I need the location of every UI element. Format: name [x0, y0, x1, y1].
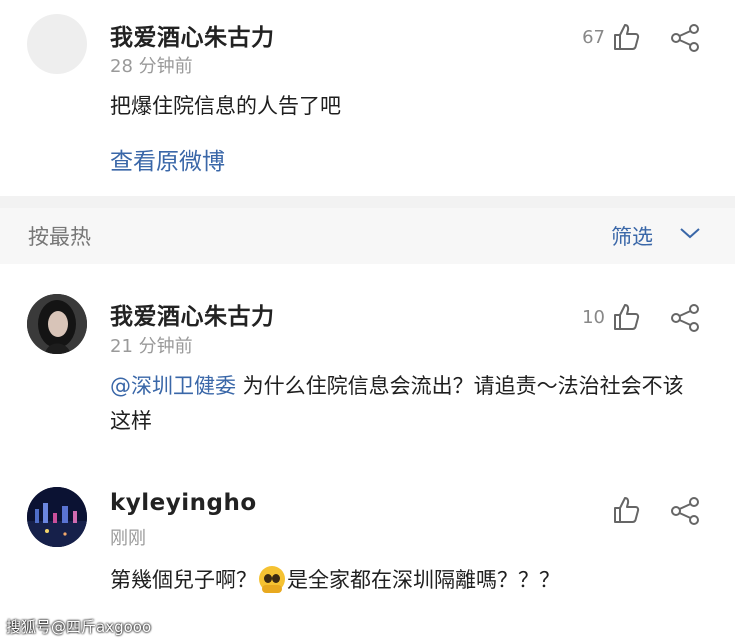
username[interactable]: 我爱酒心朱古力 [110, 18, 275, 52]
chevron-down-icon[interactable] [679, 226, 701, 240]
view-original-link[interactable]: 查看原微博 [110, 142, 225, 176]
share-icon[interactable] [670, 497, 700, 525]
watermark: 搜狐号@四斤axgooo [6, 618, 152, 636]
mention-link[interactable]: @深圳卫健委 [110, 374, 236, 398]
avatar[interactable] [27, 294, 87, 354]
share-icon[interactable] [670, 304, 700, 332]
username[interactable]: kyleyingho [110, 490, 257, 516]
comment-text: 第幾個兒子啊？ 是全家都在深圳隔離嗎？？？ [110, 563, 700, 598]
comment-body-after: 是全家都在深圳隔離嗎？？？ [287, 568, 560, 592]
section-divider [0, 196, 735, 208]
pleading-face-emoji [259, 566, 285, 593]
comment-body-before: 第幾個兒子啊？ [110, 568, 257, 592]
comment-text: @深圳卫健委 为什么住院信息会流出？请追责～法治社会不该这样 [110, 369, 700, 439]
comment-time: 28 分钟前 [110, 56, 193, 77]
sort-hot-label[interactable]: 按最热 [28, 221, 91, 251]
comment-text: 把爆住院信息的人告了吧 [110, 94, 341, 118]
avatar[interactable] [27, 14, 87, 74]
like-count: 10 [582, 307, 605, 328]
comment-time: 21 分钟前 [110, 336, 193, 357]
thumb-up-icon[interactable] [611, 495, 641, 525]
filter-button[interactable]: 筛选 [611, 221, 653, 251]
thumb-up-icon[interactable] [611, 302, 641, 332]
thumb-up-icon[interactable] [611, 22, 641, 52]
comment-time: 刚刚 [110, 528, 146, 549]
like-count: 67 [582, 27, 605, 48]
share-icon[interactable] [670, 24, 700, 52]
avatar[interactable] [27, 487, 87, 547]
username[interactable]: 我爱酒心朱古力 [110, 297, 275, 331]
